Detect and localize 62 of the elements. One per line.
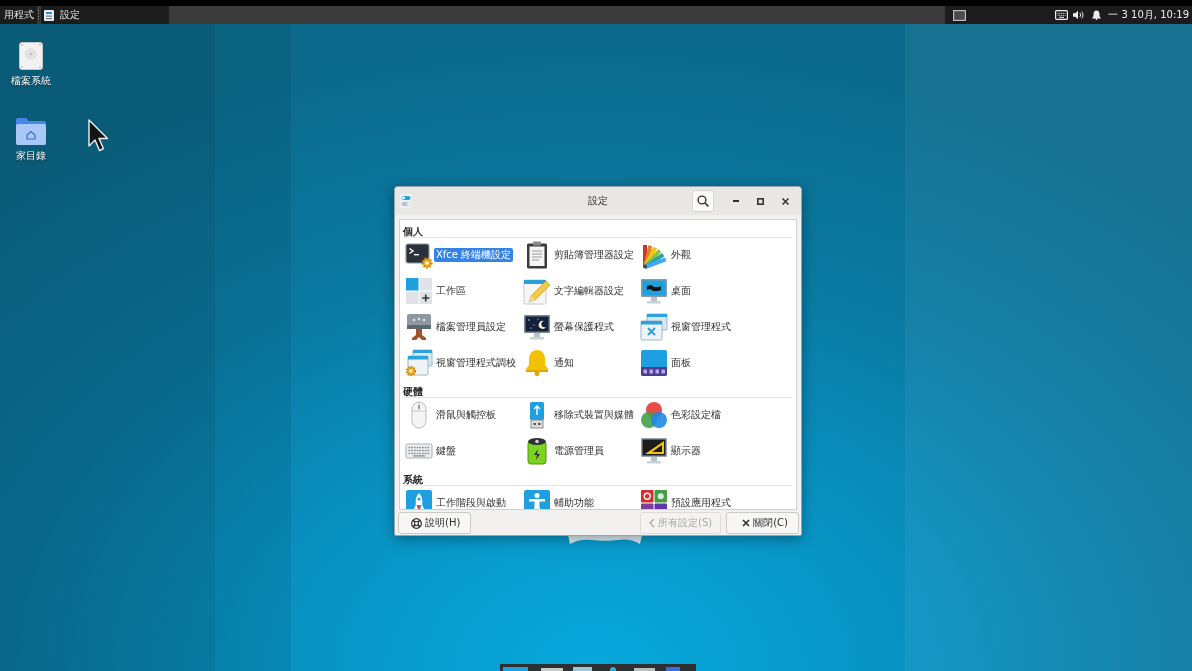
monitor-icon[interactable] bbox=[640, 277, 668, 305]
volume-icon[interactable] bbox=[1073, 10, 1085, 20]
settings-item[interactable]: 螢幕保護程式 bbox=[552, 320, 616, 334]
search-button[interactable] bbox=[692, 190, 714, 212]
settings-item[interactable]: 外觀 bbox=[669, 248, 693, 262]
settings-item[interactable]: 檔案管理員設定 bbox=[434, 320, 508, 334]
rocket-tile-icon[interactable] bbox=[405, 489, 433, 509]
settings-item[interactable]: 通知 bbox=[552, 356, 576, 370]
settings-item[interactable]: 滑鼠與觸控板 bbox=[434, 408, 498, 422]
window-title: 設定 bbox=[588, 194, 608, 208]
section-heading: 系統 bbox=[403, 474, 792, 486]
settings-item[interactable]: 面板 bbox=[669, 356, 693, 370]
window-frame-icon[interactable] bbox=[953, 9, 966, 21]
windows-gear-icon[interactable] bbox=[405, 349, 433, 377]
section-heading: 個人 bbox=[403, 226, 792, 238]
help-button[interactable]: 說明(H) bbox=[398, 512, 472, 534]
color-circles-icon[interactable] bbox=[640, 401, 668, 429]
settings-item[interactable]: 工作階段與啟動 bbox=[434, 496, 508, 509]
display-icon[interactable] bbox=[640, 437, 668, 465]
settings-item[interactable]: 色彩設定檔 bbox=[669, 408, 723, 422]
maximize-icon bbox=[757, 197, 764, 205]
settings-item[interactable]: 剪貼簿管理器設定 bbox=[552, 248, 636, 262]
settings-item[interactable]: 視窗管理程式調校 bbox=[434, 356, 518, 370]
settings-item[interactable]: 預設應用程式 bbox=[669, 496, 733, 509]
toggle-switches-icon bbox=[400, 194, 412, 208]
section-heading: 硬體 bbox=[403, 386, 792, 398]
chevron-left-icon bbox=[649, 518, 656, 528]
settings-item[interactable]: 顯示器 bbox=[669, 444, 703, 458]
close-button[interactable]: 關閉(C) bbox=[726, 512, 799, 534]
settings-item[interactable]: 工作區 bbox=[434, 284, 468, 298]
notepad-pencil-icon[interactable] bbox=[523, 277, 551, 305]
settings-item[interactable]: Xfce 終端機設定 bbox=[434, 248, 514, 262]
settings-item[interactable]: 電源管理員 bbox=[552, 444, 606, 458]
settings-item[interactable]: 輔助功能 bbox=[552, 496, 596, 509]
applications-menu-button[interactable]: 用程式 bbox=[0, 6, 37, 24]
grip-icon bbox=[37, 9, 40, 21]
windows-icon[interactable] bbox=[640, 313, 668, 341]
settings-item[interactable]: 鍵盤 bbox=[434, 444, 458, 458]
workspace-grid-icon[interactable] bbox=[405, 277, 433, 305]
settings-item[interactable]: 文字編輯器設定 bbox=[552, 284, 626, 298]
terminal-gear-icon[interactable] bbox=[405, 241, 433, 269]
settings-item[interactable]: 移除式裝置與媒體 bbox=[552, 408, 636, 422]
settings-item[interactable]: 視窗管理程式 bbox=[669, 320, 733, 334]
help-icon bbox=[411, 517, 422, 529]
task-button[interactable]: 設定 bbox=[41, 6, 169, 24]
search-icon bbox=[697, 195, 709, 207]
home-folder-icon[interactable] bbox=[16, 117, 46, 145]
clock-text[interactable]: 一 3 10月, 10:19 bbox=[1108, 8, 1189, 22]
drawer-stand-icon[interactable] bbox=[405, 313, 433, 341]
minimize-icon bbox=[732, 200, 739, 202]
close-icon bbox=[742, 519, 751, 527]
night-monitor-icon[interactable] bbox=[523, 313, 551, 341]
accessibility-icon[interactable] bbox=[523, 489, 551, 509]
bell-icon[interactable] bbox=[1092, 10, 1102, 20]
desktop-icon-label[interactable]: 檔案系統 bbox=[11, 75, 51, 87]
cursor-icon bbox=[88, 119, 109, 152]
dock-panel[interactable] bbox=[500, 664, 696, 671]
close-icon bbox=[782, 197, 789, 205]
window-app-icon bbox=[44, 9, 54, 21]
desktop-icon-label[interactable]: 家目錄 bbox=[16, 150, 46, 162]
panel-icon[interactable] bbox=[640, 349, 668, 377]
settings-item[interactable]: 桌面 bbox=[669, 284, 693, 298]
